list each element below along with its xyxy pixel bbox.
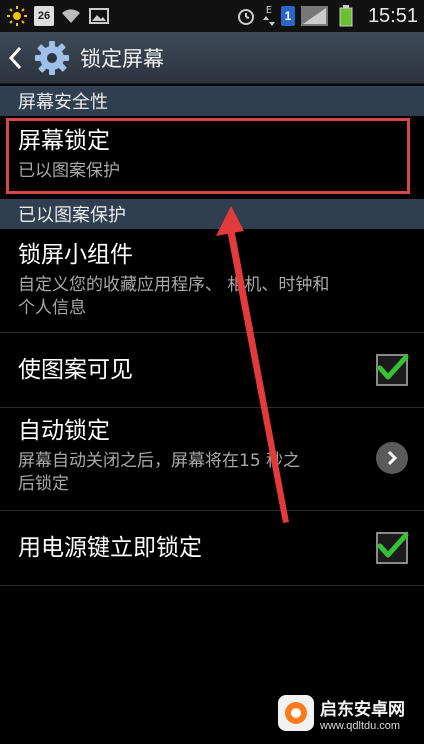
power-key-lock-checkbox[interactable] (376, 532, 409, 564)
auto-lock-subtitle-line1: 屏幕自动关闭之后，屏幕将在15 秒之 (18, 451, 301, 471)
auto-lock-subtitle-line2: 后锁定 (18, 474, 69, 494)
sim-icon: 1 (280, 6, 295, 26)
watermark-logo-icon (278, 695, 314, 731)
settings-gear-icon (32, 38, 72, 78)
section-header-pattern: 已以图案保护 (0, 199, 424, 229)
signal-icon (300, 5, 330, 27)
status-bar: 26 E 1 15:51 (0, 0, 424, 32)
auto-lock-title: 自动锁定 (18, 418, 110, 444)
lock-screen-widgets-title: 锁屏小组件 (18, 242, 133, 268)
power-key-lock-title: 用电源键立即锁定 (18, 535, 202, 561)
chevron-right-icon[interactable] (376, 442, 408, 474)
lock-screen-widgets-subtitle-line2: 个人信息 (18, 298, 86, 318)
auto-lock-item[interactable]: 自动锁定 屏幕自动关闭之后，屏幕将在15 秒之 后锁定 (0, 416, 424, 508)
power-key-lock-item[interactable]: 用电源键立即锁定 (0, 511, 424, 585)
lock-screen-widgets-item[interactable]: 锁屏小组件 自定义您的收藏应用程序、 相机、时钟和 个人信息 (0, 240, 424, 330)
data-transfer-icon: E (262, 5, 276, 27)
wifi-icon (60, 5, 82, 27)
action-bar: 锁定屏幕 (0, 32, 424, 84)
back-arrow-icon[interactable] (8, 45, 26, 71)
section-header-screen-security: 屏幕安全性 (0, 86, 424, 116)
image-notification-icon (88, 5, 110, 27)
highlight-annotation-box (6, 118, 410, 194)
watermark-url: www.qdltdu.com (320, 719, 401, 732)
watermark: 启东安卓网 www.qdltdu.com (278, 688, 422, 738)
divider (0, 407, 424, 408)
make-pattern-visible-title: 使图案可见 (18, 357, 133, 383)
battery-icon (335, 5, 357, 27)
status-time: 15:51 (367, 4, 418, 27)
weather-sun-icon (6, 5, 28, 27)
watermark-title: 启东安卓网 (320, 699, 405, 720)
make-pattern-visible-checkbox[interactable] (376, 354, 409, 386)
page-title: 锁定屏幕 (80, 46, 164, 71)
lock-screen-widgets-subtitle-line1: 自定义您的收藏应用程序、 相机、时钟和 (18, 275, 330, 295)
divider (0, 585, 424, 586)
alarm-icon (235, 5, 257, 27)
make-pattern-visible-item[interactable]: 使图案可见 (0, 333, 424, 407)
calendar-date-icon: 26 (34, 6, 54, 26)
